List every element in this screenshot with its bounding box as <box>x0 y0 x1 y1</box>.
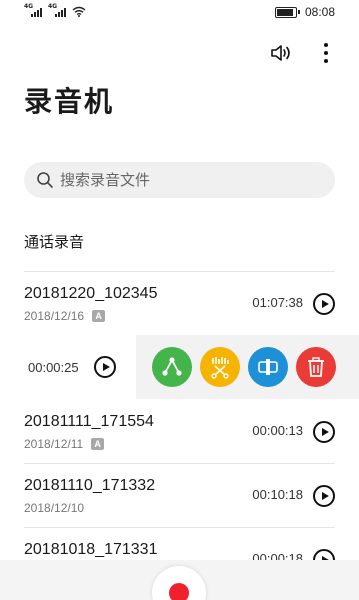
signal-icon-sim2: 4G <box>48 4 68 17</box>
recording-item[interactable]: 20181111_171554 2018/12/11 A 00:00:13 <box>0 399 359 463</box>
recording-date-row: 2018/12/10 <box>24 501 84 515</box>
recording-date: 2018/12/11 <box>24 437 84 451</box>
recording-duration: 01:07:38 <box>252 295 303 310</box>
share-icon <box>162 357 182 376</box>
rename-button[interactable] <box>248 347 288 387</box>
clip-button[interactable] <box>200 347 240 387</box>
more-vertical-icon <box>324 43 328 63</box>
more-options-button[interactable] <box>313 40 339 66</box>
recording-item-content: 00:00:25 <box>0 335 136 399</box>
play-icon <box>102 363 110 371</box>
divider <box>24 527 335 528</box>
recording-date-row: 2018/12/16 A <box>24 309 106 323</box>
battery-level <box>276 8 293 16</box>
status-icons-right: 08:08 <box>274 5 335 19</box>
play-icon <box>321 300 329 308</box>
recording-date: 2018/12/10 <box>24 501 85 515</box>
play-button[interactable] <box>313 293 335 315</box>
recording-name: 20181111_171554 <box>24 413 154 430</box>
swipe-actions <box>136 335 359 399</box>
search-bar[interactable] <box>24 162 335 198</box>
signal-icon-sim1: 4G <box>24 4 44 17</box>
battery-icon <box>274 6 300 18</box>
recording-item[interactable]: 20181110_171332 2018/12/10 00:10:18 <box>0 463 359 527</box>
recording-duration: 00:00:25 <box>28 360 79 375</box>
recording-item[interactable]: 20181220_102345 2018/12/16 A 01:07:38 <box>0 271 359 335</box>
top-actions <box>269 40 339 66</box>
page-title: 录音机 <box>24 85 115 118</box>
search-icon <box>37 172 53 188</box>
wifi-icon <box>72 6 86 17</box>
delete-icon <box>308 357 324 377</box>
status-bar: 4G 4G 08:08 <box>0 0 359 24</box>
play-button[interactable] <box>94 356 116 378</box>
recording-date: 2018/12/16 <box>24 309 85 323</box>
recording-duration: 00:00:13 <box>252 423 303 438</box>
play-button[interactable] <box>313 485 335 507</box>
rename-icon <box>258 359 278 375</box>
clip-icon <box>211 357 229 379</box>
recording-name: 20181110_171332 <box>24 477 156 494</box>
auto-record-badge: A <box>91 438 105 450</box>
play-button[interactable] <box>313 421 335 443</box>
recording-item-swiped[interactable]: 00:00:25 <box>0 335 359 399</box>
recording-duration: 00:10:18 <box>252 487 303 502</box>
recording-date-row: 2018/12/11 A <box>24 437 105 451</box>
play-icon <box>321 428 329 436</box>
divider <box>24 271 335 272</box>
status-icons-left: 4G 4G <box>24 4 86 17</box>
section-title: 通话录音 <box>24 233 85 251</box>
status-time: 08:08 <box>304 5 335 19</box>
recording-name: 20181220_102345 <box>24 285 158 302</box>
recording-name: 20181018_171331 <box>24 541 158 558</box>
delete-button[interactable] <box>296 347 336 387</box>
play-icon <box>321 492 329 500</box>
record-icon <box>169 583 189 600</box>
speaker-button[interactable] <box>269 40 295 66</box>
speaker-icon <box>271 45 290 61</box>
auto-record-badge: A <box>92 310 106 322</box>
divider <box>24 463 335 464</box>
search-input[interactable] <box>60 171 320 189</box>
share-button[interactable] <box>152 347 192 387</box>
